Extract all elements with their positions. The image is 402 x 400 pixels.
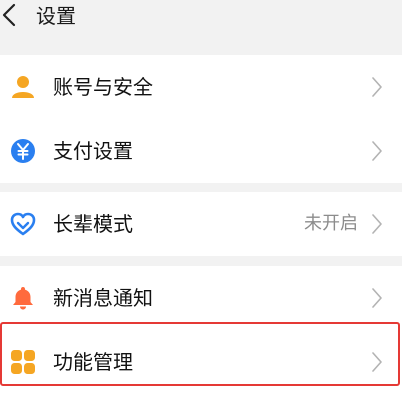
chevron-right-icon [372, 288, 382, 308]
chevron-right-icon [372, 214, 382, 234]
settings-item-value: 未开启 [304, 213, 358, 234]
yuan-icon [11, 139, 35, 163]
settings-group-elder: 长辈模式 未开启 [0, 192, 402, 256]
settings-item-elder-mode[interactable]: 长辈模式 未开启 [0, 192, 402, 256]
highlight-box [0, 322, 400, 386]
page-title: 设置 [36, 4, 76, 28]
settings-item-account-security[interactable]: 账号与安全 [0, 55, 402, 119]
user-icon [12, 76, 34, 98]
settings-item-label: 账号与安全 [53, 75, 153, 99]
header: 设置 [0, 0, 402, 40]
settings-item-label: 支付设置 [53, 139, 133, 163]
settings-group-account: 账号与安全 支付设置 [0, 55, 402, 183]
chevron-right-icon [372, 141, 382, 161]
settings-item-notifications[interactable]: 新消息通知 [0, 266, 402, 330]
heart-shield-icon [10, 212, 36, 236]
bell-icon [13, 287, 33, 310]
back-arrow-icon[interactable] [0, 2, 22, 28]
settings-item-label: 长辈模式 [53, 212, 133, 236]
settings-item-payment[interactable]: 支付设置 [0, 119, 402, 183]
settings-item-label: 新消息通知 [53, 286, 153, 310]
chevron-right-icon [372, 77, 382, 97]
